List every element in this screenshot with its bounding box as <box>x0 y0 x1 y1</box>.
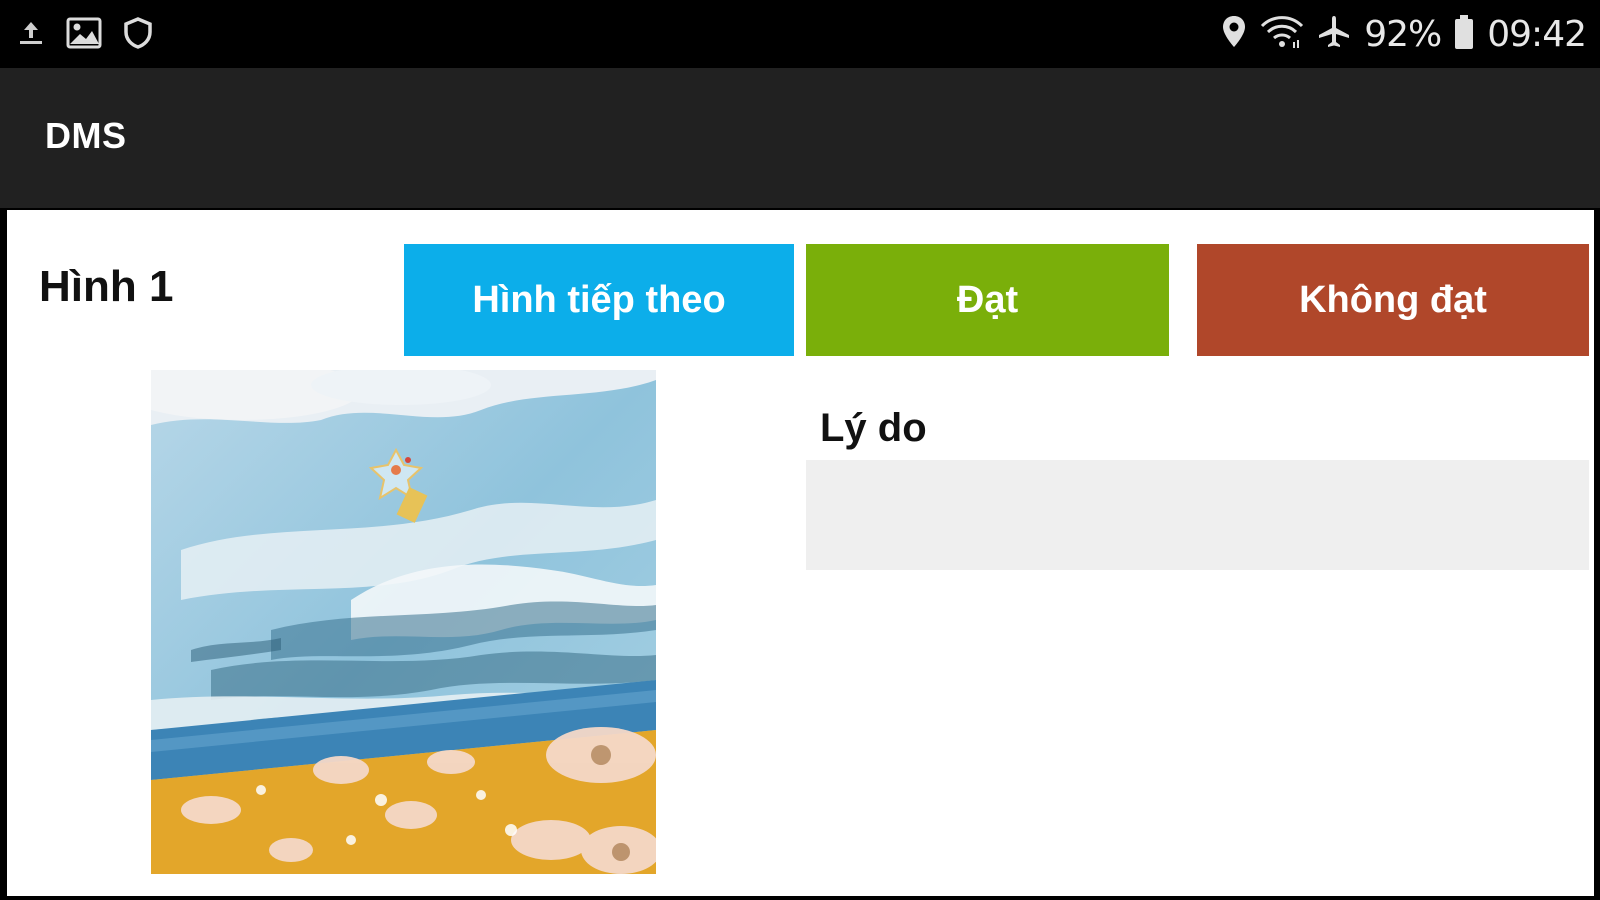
status-bar-left-icons <box>16 16 154 55</box>
action-bar: DMS <box>0 68 1600 208</box>
clock: 09:42 <box>1487 13 1587 55</box>
pass-button[interactable]: Đạt <box>806 244 1169 356</box>
status-bar: 92% 09:42 <box>0 0 1600 68</box>
reason-input[interactable] <box>806 460 1589 570</box>
upload-icon <box>16 18 46 53</box>
main-content: Hình 1 Hình tiếp theo Đạt Không đạt Lý d… <box>7 210 1594 896</box>
battery-icon <box>1453 14 1475 55</box>
next-image-button[interactable]: Hình tiếp theo <box>404 244 794 356</box>
fail-button[interactable]: Không đạt <box>1197 244 1589 356</box>
location-icon <box>1220 14 1248 55</box>
image-icon <box>66 17 102 54</box>
reason-label: Lý do <box>820 406 927 450</box>
inspection-photo[interactable] <box>151 370 656 874</box>
wifi-icon <box>1260 14 1304 55</box>
battery-percent: 92% <box>1364 13 1442 55</box>
app-title: DMS <box>45 115 127 156</box>
airplane-icon <box>1316 14 1352 55</box>
status-bar-right-icons: 92% 09:42 <box>1220 10 1587 58</box>
inspection-photo-image <box>151 370 656 874</box>
image-label: Hình 1 <box>39 262 174 311</box>
shield-icon <box>122 16 154 55</box>
